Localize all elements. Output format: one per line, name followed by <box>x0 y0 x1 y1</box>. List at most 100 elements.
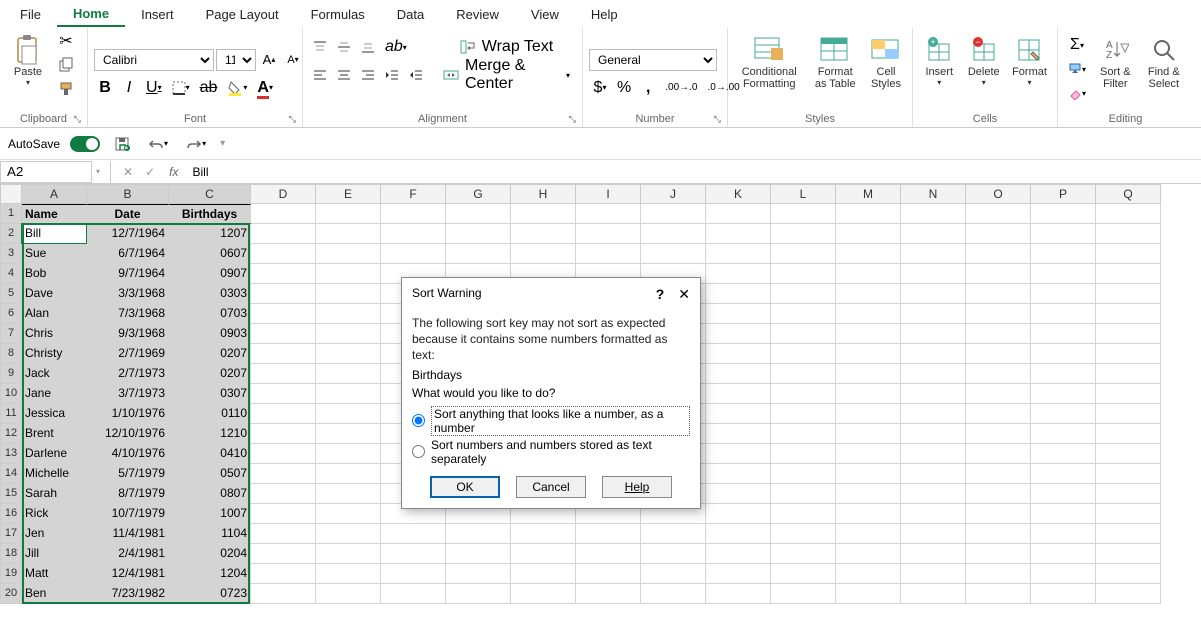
column-header-A[interactable]: A <box>22 184 87 204</box>
row-header[interactable]: 6 <box>0 304 22 324</box>
cell[interactable] <box>901 504 966 524</box>
cell[interactable] <box>251 344 316 364</box>
cell[interactable] <box>1096 524 1161 544</box>
menu-help[interactable]: Help <box>575 3 634 26</box>
cell[interactable] <box>836 304 901 324</box>
cell[interactable]: 0723 <box>169 584 251 604</box>
cell[interactable] <box>251 424 316 444</box>
cell[interactable] <box>706 204 771 224</box>
decrease-indent-button[interactable] <box>381 64 403 86</box>
cell[interactable] <box>706 444 771 464</box>
sort-filter-button[interactable]: AZ Sort & Filter <box>1094 30 1137 94</box>
menu-formulas[interactable]: Formulas <box>295 3 381 26</box>
row-header[interactable]: 8 <box>0 344 22 364</box>
decrease-font-button[interactable]: A▾ <box>282 49 304 71</box>
undo-button[interactable]: ▾ <box>144 133 172 155</box>
cell[interactable] <box>966 504 1031 524</box>
cell[interactable] <box>1096 464 1161 484</box>
cell[interactable]: 12/7/1964 <box>87 224 169 244</box>
cell[interactable] <box>771 404 836 424</box>
row-header[interactable]: 3 <box>0 244 22 264</box>
cell[interactable] <box>446 244 511 264</box>
cell[interactable] <box>901 464 966 484</box>
cell[interactable] <box>446 544 511 564</box>
cell[interactable] <box>706 464 771 484</box>
wrap-text-button[interactable]: Wrap Text <box>437 36 576 58</box>
cell[interactable]: 0207 <box>169 364 251 384</box>
row-header[interactable]: 15 <box>0 484 22 504</box>
column-header-L[interactable]: L <box>771 184 836 204</box>
font-color-button[interactable]: A▾ <box>253 77 277 99</box>
italic-button[interactable]: I <box>118 77 140 99</box>
cell[interactable] <box>706 404 771 424</box>
cell[interactable] <box>1096 424 1161 444</box>
cell[interactable] <box>966 324 1031 344</box>
column-header-O[interactable]: O <box>966 184 1031 204</box>
cell[interactable] <box>641 564 706 584</box>
cell[interactable] <box>771 464 836 484</box>
cell[interactable]: Bill <box>22 224 87 244</box>
cell[interactable] <box>706 364 771 384</box>
cell[interactable] <box>771 304 836 324</box>
cell[interactable] <box>771 584 836 604</box>
cell[interactable] <box>251 484 316 504</box>
cell[interactable] <box>706 504 771 524</box>
cell[interactable] <box>316 504 381 524</box>
cell[interactable] <box>966 244 1031 264</box>
comma-button[interactable]: , <box>637 77 659 99</box>
cell[interactable]: Chris <box>22 324 87 344</box>
menu-data[interactable]: Data <box>381 3 440 26</box>
cell[interactable]: 6/7/1964 <box>87 244 169 264</box>
column-header-N[interactable]: N <box>901 184 966 204</box>
cell[interactable] <box>966 484 1031 504</box>
cell[interactable] <box>316 204 381 224</box>
cell[interactable] <box>316 404 381 424</box>
save-button[interactable] <box>110 133 134 155</box>
cell[interactable] <box>641 584 706 604</box>
cell[interactable] <box>641 204 706 224</box>
cell[interactable] <box>381 204 446 224</box>
dialog-launcher-icon[interactable]: ⤡ <box>714 114 721 125</box>
cell[interactable] <box>1096 584 1161 604</box>
cell[interactable] <box>251 284 316 304</box>
cell[interactable]: Alan <box>22 304 87 324</box>
cell-styles-button[interactable]: Cell Styles <box>866 30 906 94</box>
menu-insert[interactable]: Insert <box>125 3 190 26</box>
row-header[interactable]: 19 <box>0 564 22 584</box>
column-header-C[interactable]: C <box>169 184 251 204</box>
cell[interactable] <box>706 524 771 544</box>
fill-color-button[interactable]: ▾ <box>223 77 251 99</box>
format-painter-button[interactable] <box>54 78 78 100</box>
cell[interactable]: 3/3/1968 <box>87 284 169 304</box>
cell[interactable] <box>576 584 641 604</box>
cell[interactable] <box>381 224 446 244</box>
cell[interactable] <box>381 564 446 584</box>
cell[interactable]: 0207 <box>169 344 251 364</box>
cell[interactable] <box>901 484 966 504</box>
row-header[interactable]: 16 <box>0 504 22 524</box>
cell[interactable] <box>706 284 771 304</box>
cell[interactable] <box>251 464 316 484</box>
merge-center-button[interactable]: Merge & Center ▾ <box>437 64 576 86</box>
help-button[interactable]: Help <box>602 476 672 498</box>
cell[interactable] <box>966 544 1031 564</box>
cell[interactable]: 12/4/1981 <box>87 564 169 584</box>
cell[interactable] <box>1096 284 1161 304</box>
cell[interactable] <box>316 524 381 544</box>
radio-as-number[interactable] <box>412 414 425 427</box>
cell[interactable]: Date <box>87 204 169 224</box>
orientation-button[interactable]: ab▾ <box>381 36 411 58</box>
cell[interactable] <box>316 584 381 604</box>
delete-cells-button[interactable]: − Delete▾ <box>963 30 1003 91</box>
column-header-H[interactable]: H <box>511 184 576 204</box>
align-middle-button[interactable] <box>333 36 355 58</box>
fx-icon[interactable]: fx <box>161 165 186 179</box>
cell[interactable] <box>771 324 836 344</box>
cell[interactable] <box>836 524 901 544</box>
dialog-launcher-icon[interactable]: ⤡ <box>289 114 296 125</box>
cell[interactable] <box>836 324 901 344</box>
cell[interactable] <box>381 244 446 264</box>
cell[interactable]: 8/7/1979 <box>87 484 169 504</box>
cell[interactable] <box>1096 444 1161 464</box>
column-header-I[interactable]: I <box>576 184 641 204</box>
